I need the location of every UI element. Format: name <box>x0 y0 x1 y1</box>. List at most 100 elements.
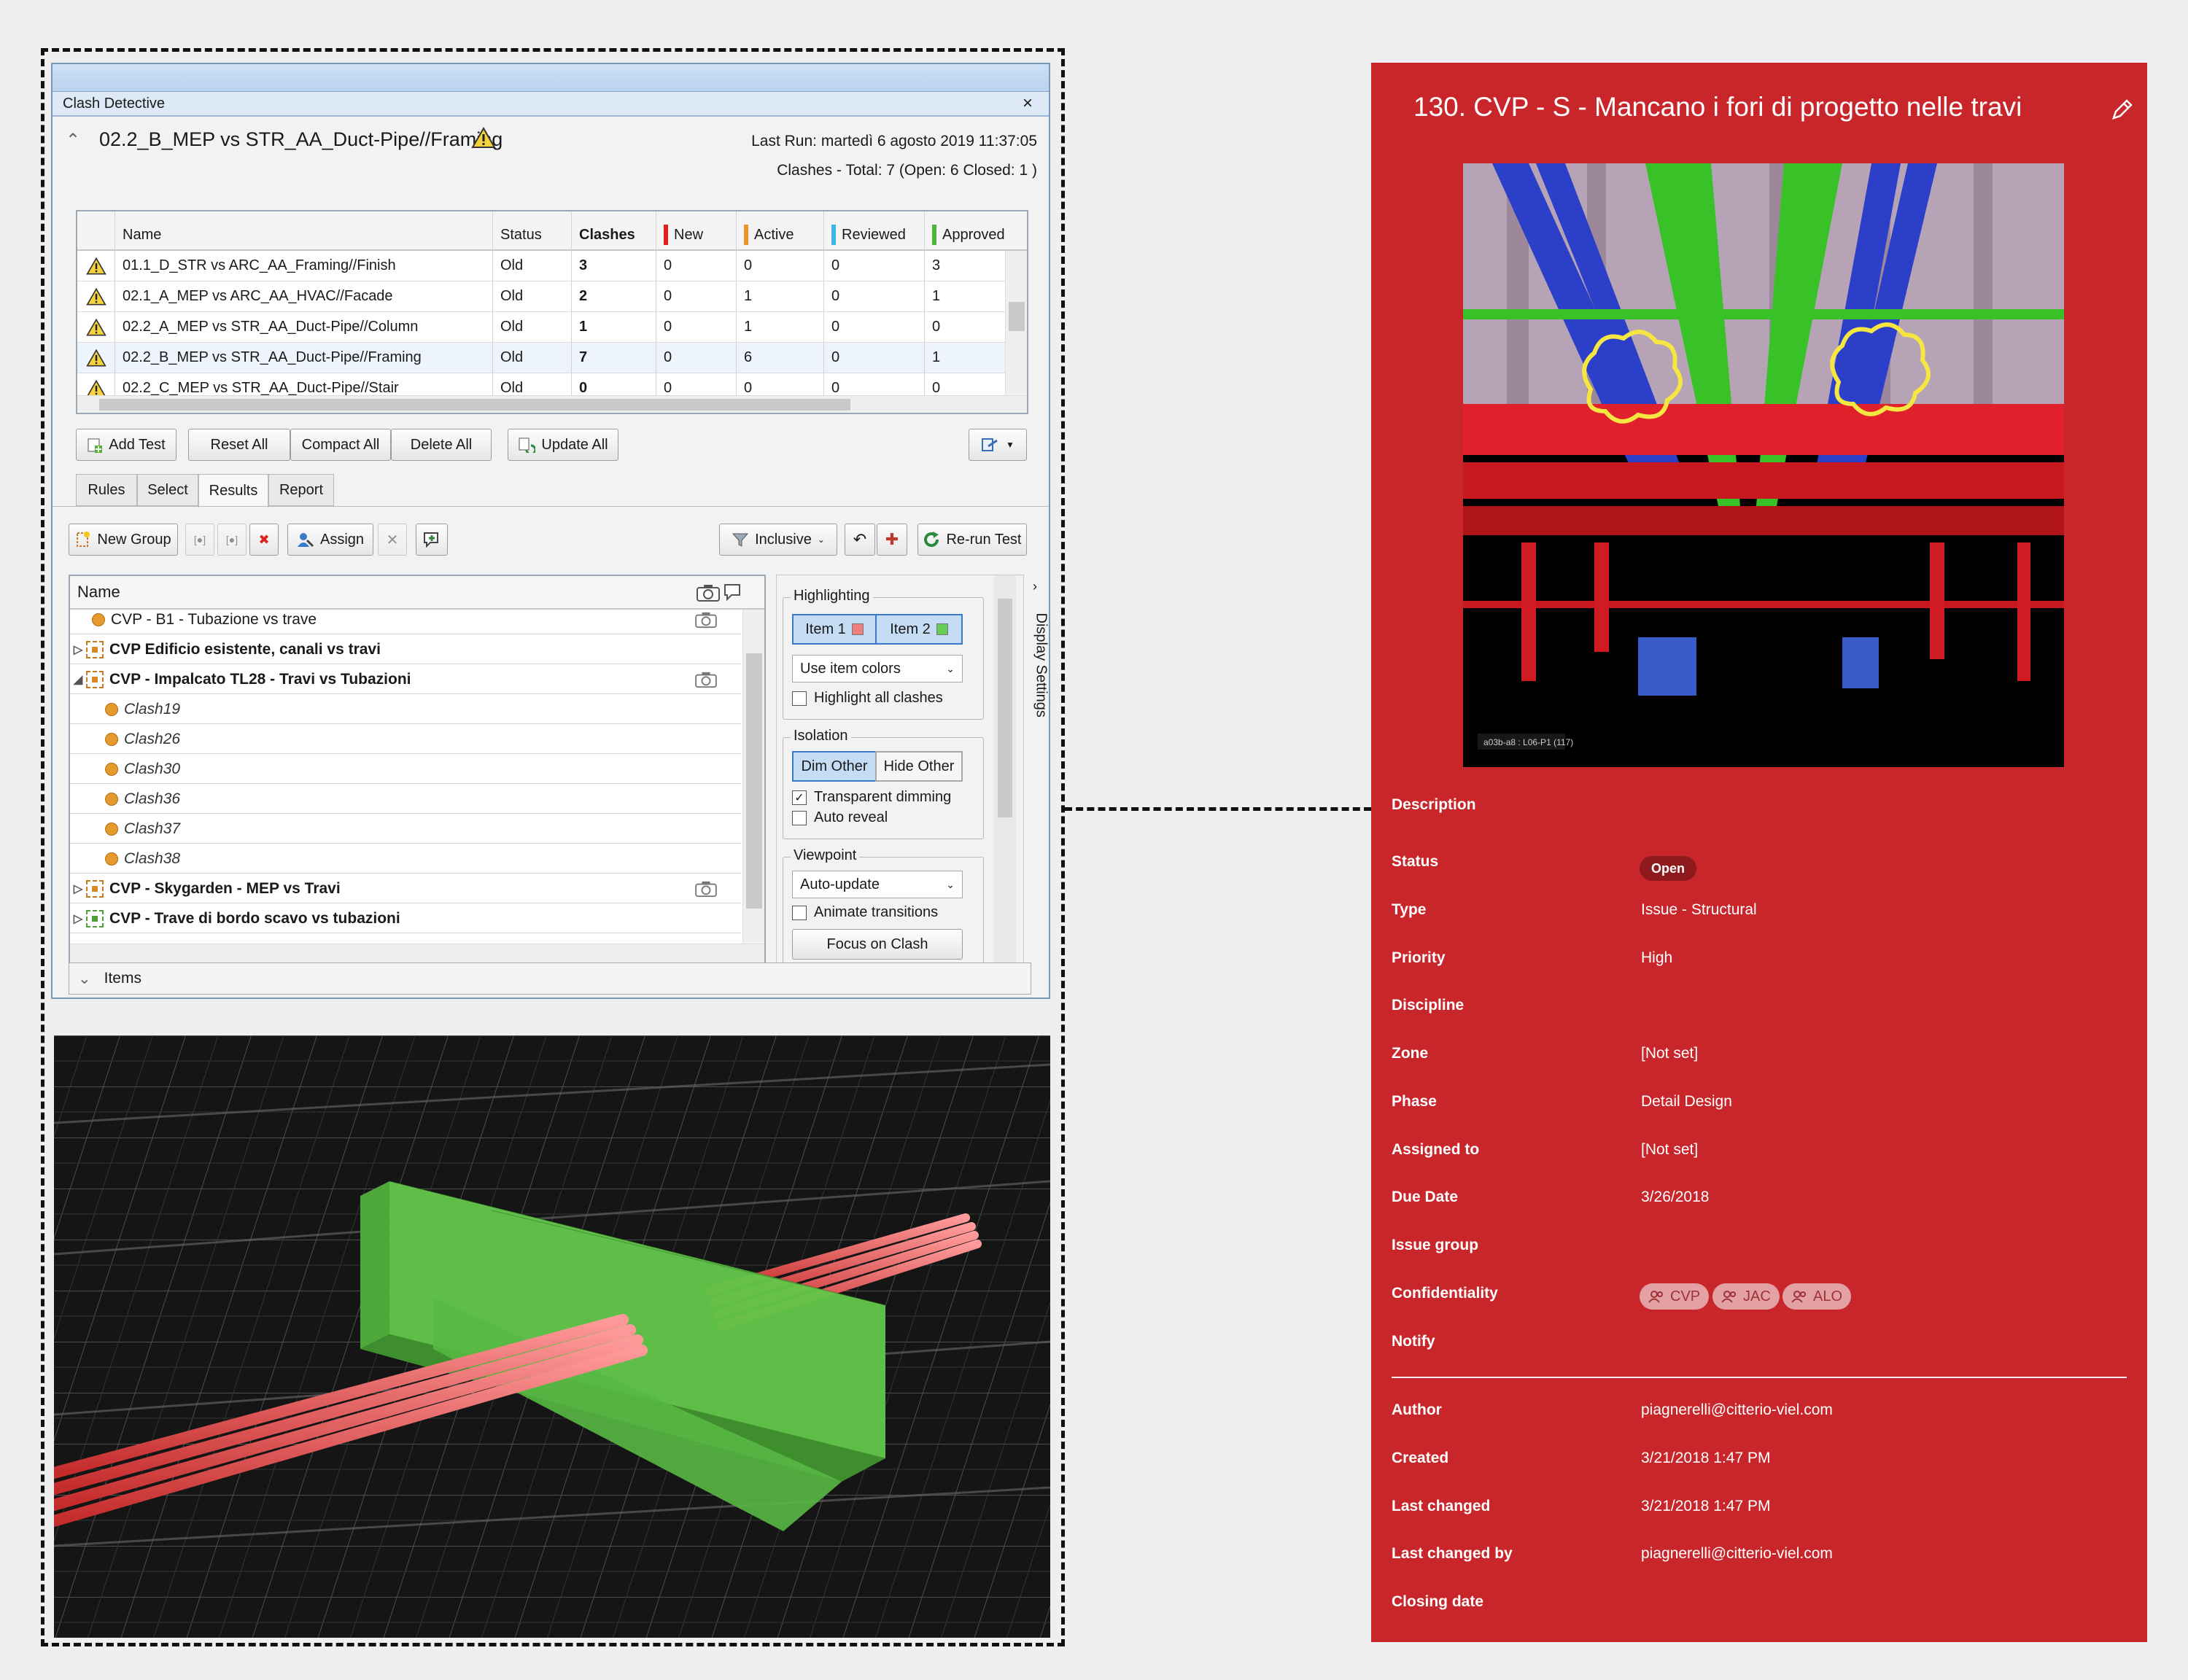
reset-all-button[interactable]: Reset All <box>188 429 290 461</box>
group-action-1-button[interactable]: [●] <box>185 524 214 556</box>
select-clash-button[interactable]: ✚ <box>877 524 907 556</box>
items-panel-bar[interactable]: ⌄ Items <box>69 962 1031 995</box>
highlight-all-box[interactable] <box>792 691 807 706</box>
expand-toggle-icon[interactable]: ◢ <box>70 672 86 687</box>
test-cell-name: 01.1_D_STR vs ARC_AA_Framing//Finish <box>115 251 493 281</box>
column-header-active[interactable]: Active <box>737 211 824 249</box>
clash-group-row[interactable]: ▷ CVP Edificio esistente, canali vs travi <box>70 635 741 664</box>
unassign-button[interactable]: ✕ <box>378 524 407 556</box>
clash-group-row[interactable]: ▷ CVP - Trave di bordo scavo vs tubazioni <box>70 904 741 933</box>
field-value[interactable]: Detail Design <box>1641 1093 1732 1111</box>
results-tree: Name CVP - B1 - Tubazione vs trave ▷ CVP E… <box>69 575 766 965</box>
tree-column-name[interactable]: Name <box>77 583 120 602</box>
status-badge[interactable]: Open <box>1640 856 1697 881</box>
field-value[interactable]: [Not set] <box>1641 1141 1698 1159</box>
camera-icon[interactable] <box>694 880 718 898</box>
column-header-approved[interactable]: Approved <box>925 211 1008 249</box>
viewpoint-select[interactable]: Auto-update ⌄ <box>792 871 963 898</box>
column-header-name[interactable]: Name <box>115 211 493 249</box>
reset-view-button[interactable]: ↶ <box>845 524 875 556</box>
column-header-new[interactable]: New <box>656 211 737 249</box>
item1-toggle[interactable]: Item 1 <box>792 614 877 645</box>
assign-user-icon <box>297 533 314 548</box>
delete-group-button[interactable]: ✖ <box>249 524 279 556</box>
transparent-dimming-box[interactable]: ✓ <box>792 790 807 805</box>
tab-results[interactable]: Results <box>198 474 268 508</box>
assign-button[interactable]: Assign <box>287 524 373 556</box>
column-header-clashes[interactable]: Clashes <box>572 211 656 249</box>
focus-on-clash-button[interactable]: Focus on Clash <box>792 929 963 960</box>
inclusive-dropdown[interactable]: Inclusive ⌄ <box>719 524 837 556</box>
test-row[interactable]: 01.1_D_STR vs ARC_AA_Framing//Finish Old 3… <box>77 251 1027 281</box>
tests-horizontal-scrollbar[interactable] <box>77 395 1027 413</box>
auto-reveal-box[interactable] <box>792 810 807 825</box>
clash-row[interactable]: Clash37 <box>70 814 741 844</box>
dim-other-toggle[interactable]: Dim Other <box>792 751 877 782</box>
clash-row[interactable]: Clash30 <box>70 755 741 784</box>
tab-rules[interactable]: Rules <box>76 474 137 506</box>
compact-all-button[interactable]: Compact All <box>290 429 391 461</box>
hide-other-toggle[interactable]: Hide Other <box>875 751 963 782</box>
transparent-dimming-checkbox[interactable]: ✓ Transparent dimming <box>792 789 951 806</box>
confidentiality-chip[interactable]: JAC <box>1712 1283 1780 1310</box>
animate-transitions-checkbox[interactable]: Animate transitions <box>792 904 938 921</box>
test-row[interactable]: 02.2_B_MEP vs STR_AA_Duct-Pipe//Framing O… <box>77 343 1027 373</box>
column-header-status[interactable]: Status <box>493 211 572 249</box>
clash-row[interactable]: Clash38 <box>70 844 741 874</box>
expand-toggle-icon[interactable]: ▷ <box>70 911 86 926</box>
settings-scrollbar[interactable] <box>994 575 1016 965</box>
update-all-icon <box>519 438 536 453</box>
export-dropdown-button[interactable]: ▼ <box>969 429 1027 461</box>
clash-row[interactable]: Clash36 <box>70 785 741 814</box>
camera-icon[interactable] <box>694 611 718 629</box>
field-value[interactable]: 3/26/2018 <box>1641 1189 1709 1206</box>
clash-row[interactable]: Clash26 <box>70 725 741 754</box>
animate-transitions-box[interactable] <box>792 905 807 920</box>
camera-icon[interactable] <box>694 671 718 688</box>
pencil-icon[interactable] <box>2109 96 2135 122</box>
confidentiality-chip[interactable]: ALO <box>1782 1283 1852 1310</box>
tab-select[interactable]: Select <box>137 474 198 506</box>
group-action-2-button[interactable]: [●] <box>217 524 247 556</box>
add-test-button[interactable]: Add Test <box>76 429 176 461</box>
test-row[interactable]: 02.2_A_MEP vs STR_AA_Duct-Pipe//Column Ol… <box>77 312 1027 343</box>
close-button[interactable]: × <box>1017 93 1039 114</box>
column-header-reviewed[interactable]: Reviewed <box>824 211 925 249</box>
delete-all-button[interactable]: Delete All <box>391 429 492 461</box>
highlight-all-checkbox[interactable]: Highlight all clashes <box>792 690 943 707</box>
status-dot-icon <box>105 732 118 746</box>
field-label: Assigned to <box>1392 1141 1480 1158</box>
update-all-button[interactable]: Update All <box>508 429 618 461</box>
tests-vertical-scrollbar[interactable] <box>1005 251 1027 397</box>
auto-reveal-checkbox[interactable]: Auto reveal <box>792 809 888 826</box>
clash-group-row[interactable]: ▷ CVP - Skygarden - MEP vs Travi <box>70 874 741 903</box>
field-value[interactable]: [Not set] <box>1641 1045 1698 1062</box>
clash-3d-viewport[interactable] <box>54 1035 1050 1638</box>
expand-toggle-icon[interactable]: ▷ <box>70 882 86 896</box>
chevron-right-icon: › <box>1033 579 1037 594</box>
meta-label: Created <box>1392 1450 1449 1466</box>
rerun-test-button[interactable]: Re-run Test <box>918 524 1027 556</box>
test-row[interactable]: 02.1_A_MEP vs ARC_AA_HVAC//Facade Old 2 0 1 0… <box>77 281 1027 312</box>
expand-toggle-icon[interactable]: ▷ <box>70 642 86 657</box>
clash-row[interactable]: Clash19 <box>70 695 741 724</box>
item2-toggle[interactable]: Item 2 <box>875 614 963 645</box>
add-comment-button[interactable] <box>416 524 448 556</box>
camera-column-icon[interactable] <box>696 583 721 602</box>
tab-report[interactable]: Report <box>268 474 334 506</box>
color-mode-select[interactable]: Use item colors ⌄ <box>792 655 963 682</box>
item1-label: Item 1 <box>805 621 846 637</box>
isolation-legend: Isolation <box>791 728 851 744</box>
clash-row[interactable]: CVP - B1 - Tubazione vs trave <box>70 605 741 634</box>
confidentiality-chip[interactable]: CVP <box>1640 1283 1710 1310</box>
new-group-button[interactable]: New Group <box>69 524 178 556</box>
clash-group-row[interactable]: ◢ CVP - Impalcato TL28 - Travi vs Tubazio… <box>70 665 741 694</box>
display-settings-tab[interactable]: › Display Settings <box>1030 579 1050 769</box>
meta-value: piagnerelli@citterio-viel.com <box>1641 1401 1833 1418</box>
comment-column-icon[interactable] <box>723 583 742 602</box>
tree-vertical-scrollbar[interactable] <box>742 610 764 946</box>
collapse-chevron-icon[interactable]: ⌃ <box>66 130 80 151</box>
field-value[interactable]: High <box>1641 949 1672 967</box>
tree-horizontal-scrollbar[interactable] <box>70 944 764 964</box>
field-value[interactable]: Issue - Structural <box>1641 901 1757 919</box>
